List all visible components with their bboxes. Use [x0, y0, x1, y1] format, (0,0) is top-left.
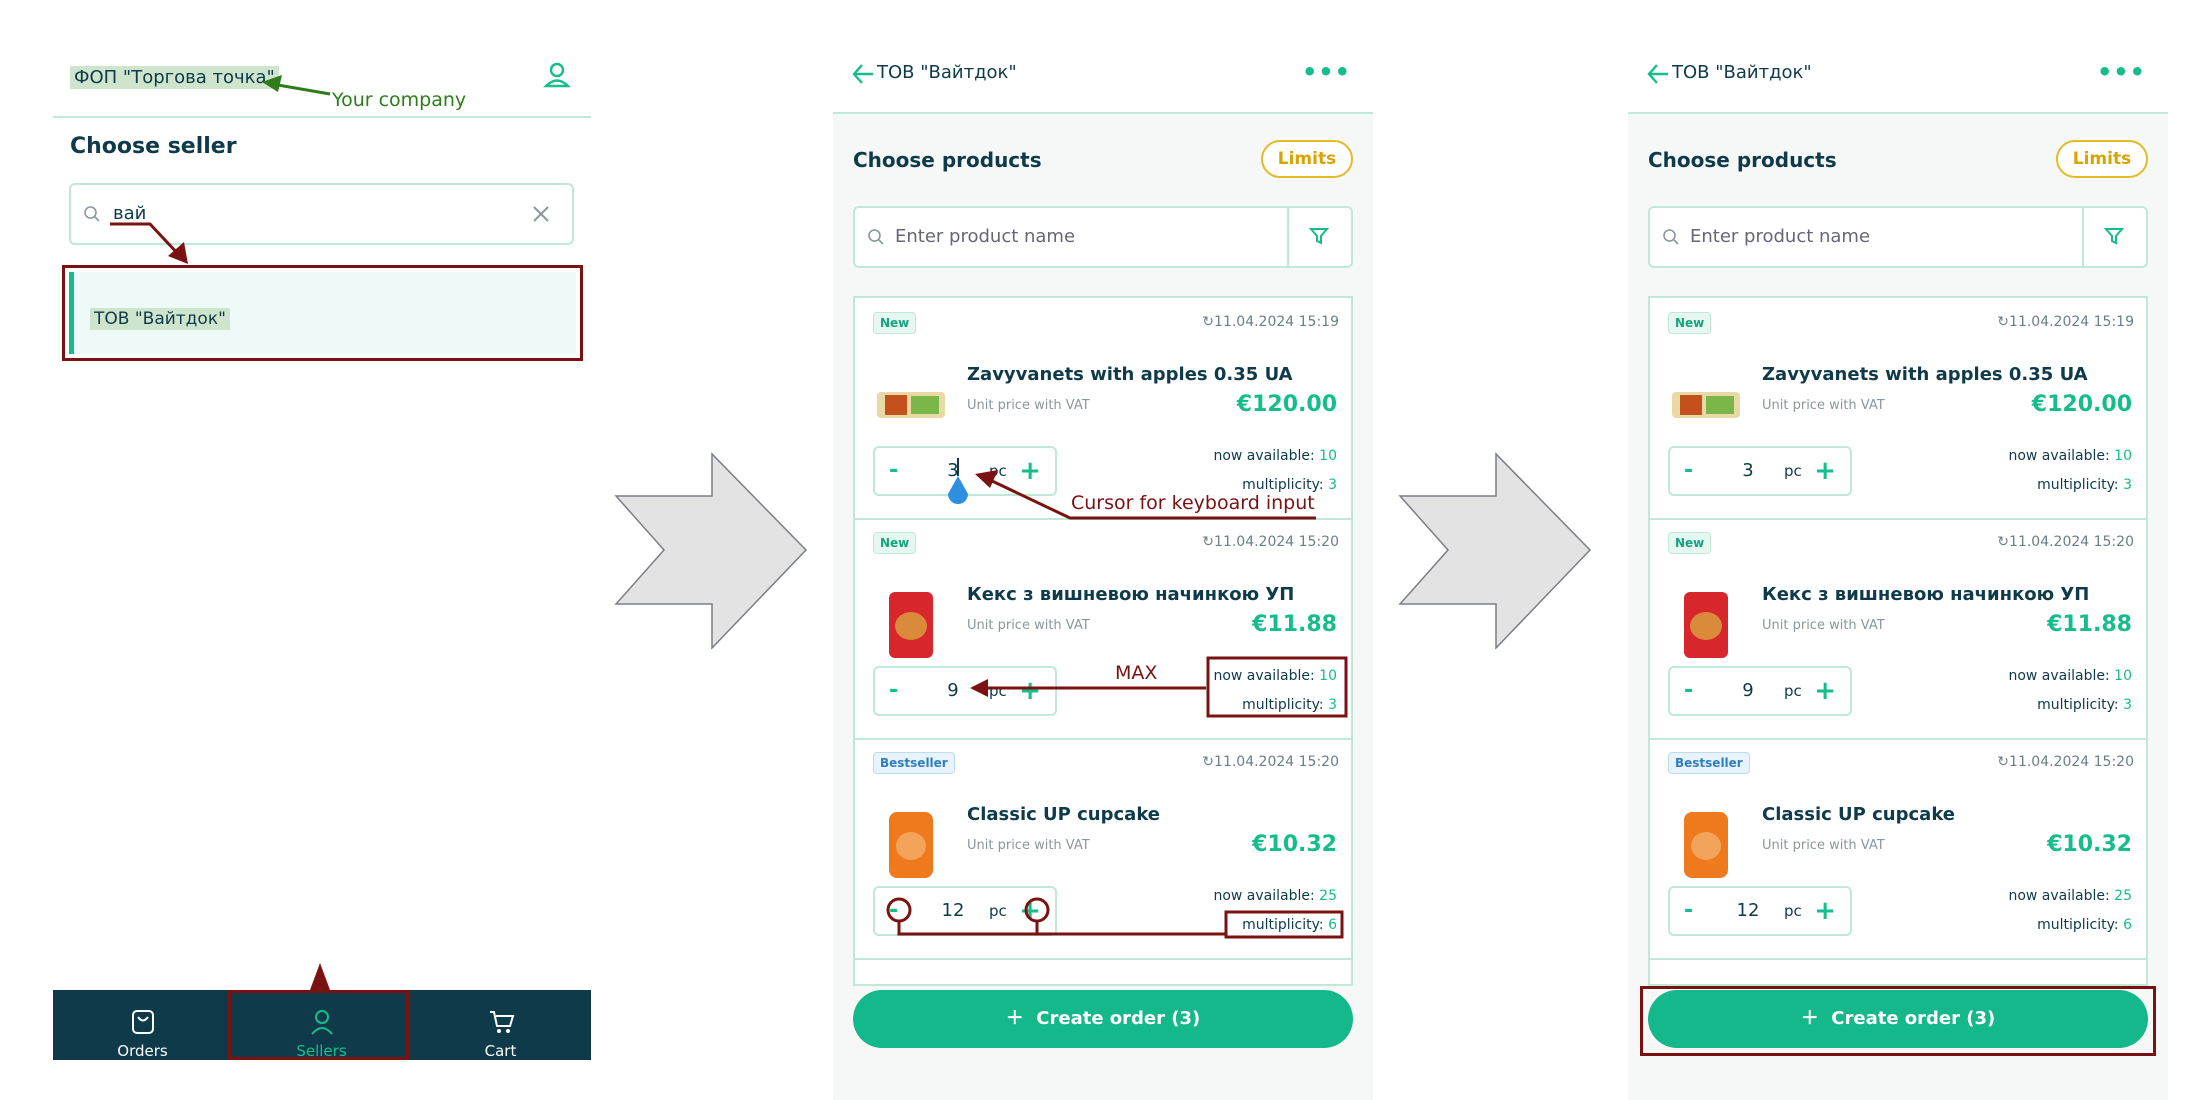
seller-title: ТОВ "Вайтдок" — [1672, 62, 1812, 83]
unit-label: pc — [1784, 682, 1802, 700]
product-image — [1684, 812, 1728, 878]
increase-button[interactable]: + — [1814, 676, 1836, 706]
multiplicity: multiplicity: 3 — [2037, 477, 2132, 493]
status-badge: Bestseller — [1668, 752, 1750, 774]
limits-button[interactable]: Limits — [2056, 140, 2148, 178]
decrease-button[interactable]: - — [1684, 678, 1693, 703]
product-price: €120.00 — [2031, 392, 2132, 417]
quantity-stepper: - 12 pc + — [1668, 886, 1852, 936]
availability: now available: 10 — [2008, 668, 2132, 684]
product-name: Кекс з вишневою начинкою УП — [1762, 584, 2090, 605]
cursor-arrow-head — [975, 470, 998, 488]
unit-price-label: Unit price with VAT — [1762, 618, 1885, 633]
product-card: Bestseller ↻11.04.2024 15:20 Classic UP … — [1650, 738, 2146, 960]
decrease-button[interactable]: - — [1684, 458, 1693, 483]
availability: now available: 25 — [2008, 888, 2132, 904]
max-highlight-box — [1206, 656, 1348, 718]
cursor-note: Cursor for keyboard input — [1071, 492, 1315, 514]
multiplicity: multiplicity: 6 — [2037, 917, 2132, 933]
decrease-button[interactable]: - — [1684, 898, 1693, 923]
search-icon — [1663, 229, 1679, 245]
max-note: MAX — [1115, 662, 1158, 684]
quantity-input[interactable]: 3 — [1730, 460, 1766, 481]
page-body: Choose products Limits Enter product nam… — [1628, 114, 2168, 1100]
multiplicity-highlight-box — [1224, 910, 1344, 939]
multiplicity: multiplicity: 3 — [2037, 697, 2132, 713]
product-price: €10.32 — [2047, 832, 2132, 857]
product-name: Zavyvanets with apples 0.35 UA — [1762, 364, 2088, 385]
quantity-input[interactable]: 9 — [1730, 680, 1766, 701]
product-screen-final: ТОВ "Вайтдок" ••• Choose products Limits… — [1628, 0, 2168, 1100]
product-price: €11.88 — [2047, 612, 2132, 637]
plus-highlight-circle — [1024, 897, 1050, 923]
product-image — [1684, 592, 1728, 658]
filter-button[interactable] — [2082, 208, 2146, 266]
unit-price-label: Unit price with VAT — [1762, 838, 1885, 853]
page-title: Choose products — [1648, 148, 1837, 172]
minus-highlight-circle — [886, 897, 912, 923]
product-image — [1672, 392, 1740, 418]
search-placeholder: Enter product name — [1690, 226, 1871, 247]
create-order-highlight-box — [1640, 986, 2156, 1056]
unit-label: pc — [1784, 462, 1802, 480]
status-badge: New — [1668, 532, 1712, 554]
quantity-stepper: - 9 pc + — [1668, 666, 1852, 716]
product-card: New ↻11.04.2024 15:20 Кекс з вишневою на… — [1650, 518, 2146, 740]
product-card: New ↻11.04.2024 15:19 Zavyvanets with ap… — [1650, 298, 2146, 520]
product-list: New ↻11.04.2024 15:19 Zavyvanets with ap… — [1648, 296, 2148, 986]
text-cursor-marker — [948, 476, 968, 504]
timestamp: ↻11.04.2024 15:20 — [1997, 534, 2134, 550]
product-search-input[interactable]: Enter product name — [1648, 206, 2148, 268]
product-name: Classic UP cupcake — [1762, 804, 1956, 825]
unit-label: pc — [1784, 902, 1802, 920]
filter-icon — [2104, 228, 2124, 245]
more-menu-icon[interactable]: ••• — [2097, 58, 2146, 86]
max-arrow-head — [970, 679, 988, 697]
availability: now available: 10 — [2008, 448, 2132, 464]
increase-button[interactable]: + — [1814, 896, 1836, 926]
timestamp: ↻11.04.2024 15:20 — [1997, 754, 2134, 770]
unit-price-label: Unit price with VAT — [1762, 398, 1885, 413]
status-badge: New — [1668, 312, 1712, 334]
increase-button[interactable]: + — [1814, 456, 1836, 486]
back-arrow-icon[interactable] — [1646, 62, 1670, 86]
timestamp: ↻11.04.2024 15:19 — [1997, 314, 2134, 330]
quantity-input[interactable]: 12 — [1730, 900, 1766, 921]
app-header: ТОВ "Вайтдок" ••• — [1628, 40, 2168, 114]
quantity-stepper: - 3 pc + — [1668, 446, 1852, 496]
multiplicity-arrow — [897, 922, 1226, 936]
